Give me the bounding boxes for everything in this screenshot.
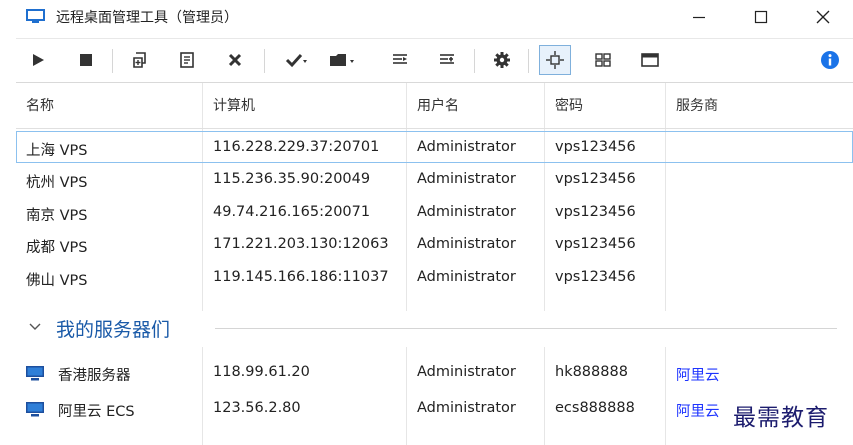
monitor-icon xyxy=(26,366,44,381)
grid-view-button[interactable] xyxy=(587,45,619,75)
cell-provider[interactable]: 阿里云 xyxy=(676,400,720,421)
cell-password: vps123456 xyxy=(555,236,636,252)
server-list: 名称 计算机 用户名 密码 服务商 上海 VPS 116.228.229.37:… xyxy=(16,82,853,445)
cell-username: Administrator xyxy=(417,269,516,285)
stop-icon xyxy=(80,54,92,66)
cell-username: Administrator xyxy=(417,400,516,416)
table-row[interactable]: 香港服务器 118.99.61.20 Administrator hk88888… xyxy=(16,356,853,390)
column-header-provider[interactable]: 服务商 xyxy=(676,95,718,115)
cell-name: 南京 VPS xyxy=(26,208,88,224)
cell-name: 上海 VPS xyxy=(26,143,88,159)
table-row[interactable]: 杭州 VPS 115.236.35.90:20049 Administrator… xyxy=(16,164,853,196)
cell-provider[interactable]: 阿里云 xyxy=(676,364,720,385)
close-button[interactable] xyxy=(800,0,846,33)
table-row[interactable]: 阿里云 ECS 123.56.2.80 Administrator ecs888… xyxy=(16,392,853,426)
cell-name: 成都 VPS xyxy=(26,240,88,256)
column-header-computer[interactable]: 计算机 xyxy=(213,95,255,115)
cell-password: ecs888888 xyxy=(555,400,635,416)
new-connection-button[interactable] xyxy=(124,45,156,75)
minimize-button[interactable] xyxy=(676,0,722,33)
toolbar-separator xyxy=(474,49,475,73)
window-icon xyxy=(641,53,659,67)
align-left-icon xyxy=(393,54,407,64)
cell-computer: 123.56.2.80 xyxy=(213,400,301,416)
cell-computer: 49.74.216.165:20071 xyxy=(213,204,371,220)
cell-username: Administrator xyxy=(417,204,516,220)
minimize-icon xyxy=(693,16,705,18)
cell-password: vps123456 xyxy=(555,269,636,285)
cell-password: vps123456 xyxy=(555,171,636,187)
header-divider xyxy=(16,128,853,129)
info-icon xyxy=(821,51,839,69)
folder-icon xyxy=(330,54,354,66)
table-row[interactable]: 上海 VPS 116.228.229.37:20701 Administrato… xyxy=(16,131,853,163)
properties-icon xyxy=(180,52,194,68)
cell-name: 香港服务器 xyxy=(58,368,131,384)
align-left-button[interactable] xyxy=(384,45,416,75)
window-button[interactable] xyxy=(634,45,666,75)
cell-computer: 171.221.203.130:12063 xyxy=(213,236,389,252)
cell-computer: 116.228.229.37:20701 xyxy=(213,139,380,155)
cell-name: 阿里云 ECS xyxy=(58,404,135,420)
folder-dropdown-button[interactable] xyxy=(322,45,362,75)
stop-button[interactable] xyxy=(70,45,102,75)
maximize-button[interactable] xyxy=(738,0,784,33)
play-icon xyxy=(33,54,44,66)
table-row[interactable]: 成都 VPS 171.221.203.130:12063 Administrat… xyxy=(16,229,853,261)
check-dropdown-button[interactable] xyxy=(276,45,316,75)
chevron-down-icon[interactable] xyxy=(28,322,42,332)
cell-computer: 119.145.166.186:11037 xyxy=(213,269,389,285)
new-connection-icon xyxy=(133,52,146,68)
table-row[interactable]: 佛山 VPS 119.145.166.186:11037 Administrat… xyxy=(16,262,853,294)
cell-username: Administrator xyxy=(417,236,516,252)
cell-password: vps123456 xyxy=(555,204,636,220)
toolbar xyxy=(16,38,853,82)
play-button[interactable] xyxy=(22,45,54,75)
align-right-icon xyxy=(440,54,454,64)
toolbar-separator xyxy=(528,49,529,73)
cell-username: Administrator xyxy=(417,139,516,155)
table-row[interactable]: 南京 VPS 49.74.216.165:20071 Administrator… xyxy=(16,197,853,229)
toolbar-separator xyxy=(264,49,265,73)
grid-view-icon xyxy=(595,53,611,67)
properties-button[interactable] xyxy=(171,45,203,75)
group-header[interactable]: 我的服务器们 xyxy=(16,311,853,347)
window-title: 远程桌面管理工具（管理员） xyxy=(56,10,238,26)
remote-desktop-icon xyxy=(26,9,45,23)
info-button[interactable] xyxy=(814,45,846,75)
maximize-icon xyxy=(754,10,768,23)
check-icon xyxy=(285,53,307,68)
column-header-password[interactable]: 密码 xyxy=(555,95,583,115)
settings-button[interactable] xyxy=(486,45,518,75)
title-bar: 远程桌面管理工具（管理员） xyxy=(0,0,853,33)
column-header-name[interactable]: 名称 xyxy=(26,95,54,115)
group-title: 我的服务器们 xyxy=(56,319,171,341)
cell-username: Administrator xyxy=(417,171,516,187)
cell-computer: 118.99.61.20 xyxy=(213,364,310,380)
watermark-text: 最需教育 xyxy=(733,398,829,432)
cell-name: 杭州 VPS xyxy=(26,175,88,191)
monitor-icon xyxy=(26,402,44,417)
align-right-button[interactable] xyxy=(431,45,463,75)
close-icon xyxy=(816,10,830,23)
cell-computer: 115.236.35.90:20049 xyxy=(213,171,371,187)
cell-password: vps123456 xyxy=(555,139,636,155)
fit-screen-icon xyxy=(546,51,564,69)
delete-icon xyxy=(228,53,242,67)
delete-button[interactable] xyxy=(219,45,251,75)
fit-screen-button[interactable] xyxy=(539,45,571,75)
settings-icon xyxy=(494,52,510,68)
group-divider xyxy=(215,328,837,329)
cell-password: hk888888 xyxy=(555,364,628,380)
toolbar-separator xyxy=(112,49,113,73)
column-header-username[interactable]: 用户名 xyxy=(417,95,459,115)
cell-username: Administrator xyxy=(417,364,516,380)
cell-name: 佛山 VPS xyxy=(26,273,88,289)
